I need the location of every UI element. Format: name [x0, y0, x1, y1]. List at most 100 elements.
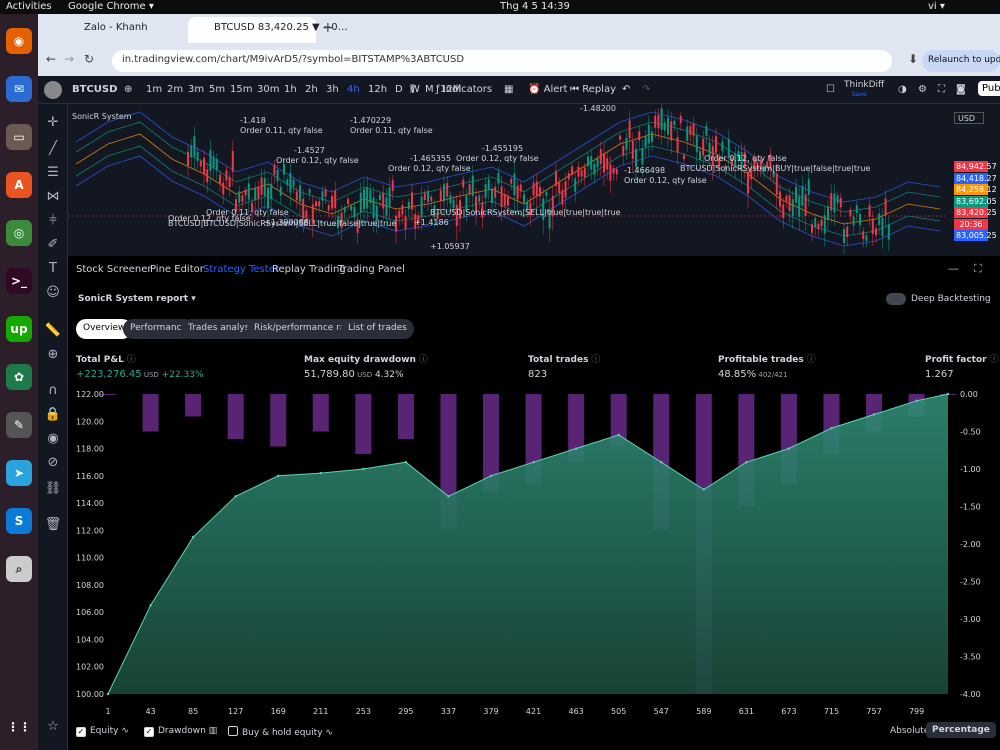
report-title[interactable]: SonicR System report ▾: [78, 294, 196, 304]
forward-icon[interactable]: →: [64, 52, 74, 66]
ruler-icon[interactable]: 📏: [44, 322, 62, 340]
terminal-icon[interactable]: >_: [6, 268, 32, 294]
interval-1h[interactable]: 1h: [284, 84, 297, 95]
interval-D[interactable]: D: [395, 84, 403, 95]
save-label[interactable]: Save: [852, 91, 867, 98]
interval-3m[interactable]: 3m: [188, 84, 204, 95]
drawdown-toggle[interactable]: ✓ Drawdown ▥: [144, 726, 217, 737]
extension-icon[interactable]: ⬇: [908, 52, 918, 66]
gimp-icon[interactable]: ✎: [6, 412, 32, 438]
chatgpt-icon[interactable]: ✿: [6, 364, 32, 390]
lock-icon[interactable]: ⊘: [44, 454, 62, 472]
files-icon[interactable]: ▭: [6, 124, 32, 150]
trash-icon[interactable]: 🗑: [44, 516, 62, 534]
settings-icon[interactable]: ⚙: [918, 84, 927, 95]
chrome-icon[interactable]: ◎: [6, 220, 32, 246]
chart-type-icon[interactable]: ⫼: [410, 84, 415, 95]
indicators-button[interactable]: ƒ Indicators: [436, 84, 492, 95]
info-icon[interactable]: ⓘ: [124, 355, 136, 365]
back-icon[interactable]: ←: [46, 52, 56, 66]
show-apps-icon[interactable]: ⋮⋮: [6, 714, 32, 740]
symbol-search[interactable]: BTCUSD: [72, 84, 117, 95]
hide-icon[interactable]: ◉: [44, 430, 62, 448]
upwork-icon[interactable]: up: [6, 316, 32, 342]
layouts-icon[interactable]: ▦: [504, 84, 513, 95]
tab-zalo[interactable]: Zalo - Khanh: [58, 17, 186, 43]
address-bar[interactable]: in.tradingview.com/chart/M9ivArD5/?symbo…: [112, 50, 892, 72]
reload-icon[interactable]: ↻: [84, 52, 94, 66]
interval-5m[interactable]: 5m: [209, 84, 225, 95]
buyhold-toggle[interactable]: Buy & hold equity ∿: [228, 726, 333, 738]
telegram-icon[interactable]: ➤: [6, 460, 32, 486]
snapshot-icon[interactable]: ◙: [956, 84, 966, 95]
panel-tab-stock-screener[interactable]: Stock Screener: [76, 264, 152, 275]
interval-4h[interactable]: 4h: [347, 84, 360, 95]
projection-icon[interactable]: ⫩: [44, 212, 62, 230]
avatar[interactable]: [44, 81, 62, 99]
fib-icon[interactable]: ☰: [44, 164, 62, 182]
equity-checkbox[interactable]: ✓: [76, 727, 86, 737]
crosshair-icon[interactable]: ✛: [44, 114, 62, 132]
interval-2m[interactable]: 2m: [167, 84, 183, 95]
brush-icon[interactable]: ✐: [44, 236, 62, 254]
layout-name[interactable]: ThinkDiff: [844, 80, 884, 90]
search-app-icon[interactable]: ⌕: [6, 556, 32, 582]
interval-1m[interactable]: 1m: [146, 84, 162, 95]
app-menu[interactable]: Google Chrome ▾: [68, 1, 154, 12]
zoom-icon[interactable]: ⊕: [44, 346, 62, 364]
panel-tab-strategy-tester[interactable]: Strategy Tester: [203, 264, 279, 275]
text-icon[interactable]: T: [44, 260, 62, 278]
link-icon[interactable]: ⛓: [44, 480, 62, 498]
language-indicator[interactable]: vi ▾: [928, 1, 945, 12]
lock-drawings-icon[interactable]: 🔒: [44, 406, 62, 424]
software-icon[interactable]: A: [6, 172, 32, 198]
panel-tab-replay-trading[interactable]: Replay Trading: [272, 264, 346, 275]
info-icon[interactable]: ⓘ: [588, 355, 600, 365]
clock[interactable]: Thg 4 5 14:39: [500, 1, 570, 12]
equity-chart[interactable]: 122.00 120.00 118.00 116.00 114.00 112.00 110.…: [68, 386, 1000, 724]
object-tree-icon[interactable]: ◑: [898, 84, 907, 95]
interval-2h[interactable]: 2h: [305, 84, 318, 95]
activities-button[interactable]: Activities: [6, 1, 52, 12]
magnet-icon[interactable]: ∩: [44, 382, 62, 400]
thunderbird-icon[interactable]: ✉: [6, 76, 32, 102]
equity-toggle[interactable]: ✓ Equity ∿: [76, 726, 129, 737]
panel-tab-pine-editor[interactable]: Pine Editor: [150, 264, 204, 275]
firefox-icon[interactable]: ◉: [6, 28, 32, 54]
interval-30m[interactable]: 30m: [257, 84, 279, 95]
replay-button[interactable]: ⏮ Replay: [570, 84, 616, 95]
interval-3h[interactable]: 3h: [326, 84, 339, 95]
subtab-list-of-trades[interactable]: List of trades: [341, 319, 414, 339]
fullscreen-square-icon[interactable]: ☐: [826, 84, 835, 95]
pattern-icon[interactable]: ⋈: [44, 188, 62, 206]
skype-icon[interactable]: S: [6, 508, 32, 534]
undo-icon[interactable]: ↶: [622, 84, 630, 95]
compare-icon[interactable]: ⊕: [124, 84, 132, 95]
info-icon[interactable]: ⓘ: [416, 355, 428, 365]
interval-M[interactable]: M: [425, 84, 434, 95]
drawdown-checkbox[interactable]: ✓: [144, 727, 154, 737]
percentage-button[interactable]: Percentage: [926, 722, 996, 738]
price-chart[interactable]: SonicR System USD -1.418 Order 0.11, qty …: [68, 104, 1000, 256]
info-icon[interactable]: ⓘ: [804, 355, 816, 365]
maximize-panel-icon[interactable]: ⛶: [974, 262, 982, 276]
buyhold-checkbox[interactable]: [228, 726, 238, 736]
watchlist-star-icon[interactable]: ☆: [44, 718, 62, 736]
info-icon[interactable]: ⓘ: [987, 355, 998, 365]
redo-icon[interactable]: ↷: [642, 84, 650, 95]
emoji-icon[interactable]: ☺: [44, 284, 62, 302]
panel-tab-trading-panel[interactable]: Trading Panel: [338, 264, 405, 275]
alert-button[interactable]: ⏰ Alert: [528, 84, 567, 95]
fullscreen-icon[interactable]: ⛶: [938, 84, 945, 95]
relaunch-button[interactable]: Relaunch to update: [922, 50, 1000, 72]
minimize-panel-icon[interactable]: —: [948, 262, 959, 275]
deep-backtesting-toggle[interactable]: [886, 293, 906, 305]
trendline-icon[interactable]: ╱: [44, 140, 62, 158]
new-tab-icon[interactable]: +: [322, 20, 334, 36]
tab-tradingview[interactable]: BTCUSD 83,420.25 ▼ −0…: [188, 17, 348, 43]
absolute-button[interactable]: Absolute: [890, 726, 929, 736]
publish-button[interactable]: Publ: [978, 81, 1000, 96]
interval-15m[interactable]: 15m: [230, 84, 252, 95]
interval-12h[interactable]: 12h: [368, 84, 387, 95]
indicator-name[interactable]: SonicR System: [72, 112, 132, 121]
